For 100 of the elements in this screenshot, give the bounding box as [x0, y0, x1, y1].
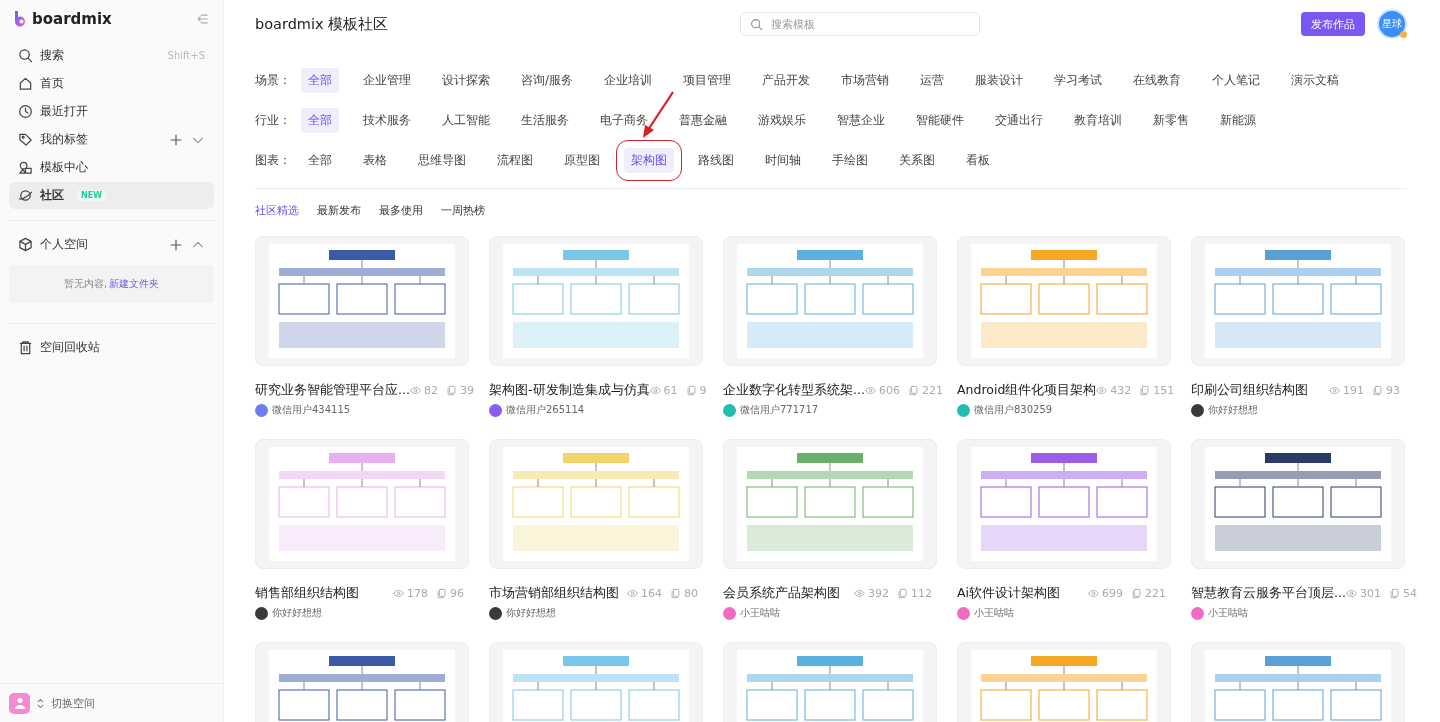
filter-option[interactable]: 服装设计 [968, 67, 1031, 93]
author-name[interactable]: 你好好想想 [506, 606, 556, 620]
search-field[interactable]: 搜索模板 [740, 12, 981, 36]
trash-icon [18, 340, 33, 355]
view-count: 191 [1343, 384, 1364, 397]
filter-option[interactable]: 普惠金融 [672, 107, 734, 133]
filter-option[interactable]: 设计探索 [435, 67, 497, 93]
template-title[interactable]: 智慧教育云服务平台顶层... [1191, 585, 1346, 602]
copy-icon [670, 588, 681, 599]
filter-option[interactable]: 流程图 [490, 147, 540, 173]
template-title[interactable]: 企业数字化转型系统架... [723, 382, 865, 399]
filter-option[interactable]: 市场营销 [834, 67, 897, 93]
copy-icon [1372, 385, 1383, 396]
sort-tab[interactable]: 最新发布 [317, 202, 361, 218]
filter-option[interactable]: 全部 [301, 67, 339, 93]
author-name[interactable]: 你好好想想 [272, 606, 322, 620]
author-name[interactable]: 微信用户830259 [974, 403, 1053, 417]
filter-option[interactable]: 个人笔记 [1205, 67, 1268, 93]
author-name[interactable]: 小王咕咕 [740, 606, 780, 620]
new-badge: NEW [77, 190, 106, 201]
plus-icon[interactable] [169, 132, 183, 147]
filter-option[interactable]: 智慧企业 [830, 107, 892, 133]
sort-tab[interactable]: 最多使用 [379, 202, 423, 218]
copy-icon [907, 385, 919, 396]
author-name[interactable]: 你好好想想 [1208, 403, 1258, 417]
filter-option[interactable]: 在线教育 [1126, 67, 1189, 93]
sidebar-item[interactable]: 空间回收站 [9, 334, 214, 361]
filter-option[interactable]: 智能硬件 [909, 107, 971, 133]
sidebar-item[interactable]: 搜索 Shift+S [9, 42, 214, 69]
filter-option[interactable]: 企业培训 [597, 67, 660, 93]
filter-option[interactable]: 手绘图 [825, 147, 875, 173]
user-avatar[interactable] [9, 692, 30, 714]
publish-button[interactable]: 发布作品 [1301, 12, 1365, 36]
template-thumbnail[interactable] [957, 439, 1171, 569]
filter-option[interactable]: 教育培训 [1067, 107, 1129, 133]
filter-option[interactable]: 交通出行 [988, 107, 1050, 133]
sidebar-item[interactable]: 我的标签 [9, 126, 214, 153]
filter-option[interactable]: 咨询/服务 [514, 67, 581, 93]
template-title[interactable]: 市场营销部组织结构图 [489, 585, 619, 602]
plus-icon[interactable] [169, 237, 183, 252]
new-folder-link[interactable]: 新建文件夹 [109, 277, 160, 291]
filter-option[interactable]: 生活服务 [514, 107, 576, 133]
filter-option[interactable]: 企业管理 [356, 67, 418, 93]
filter-option[interactable]: 看板 [959, 147, 997, 173]
collapse-sidebar-icon[interactable] [195, 12, 209, 26]
sidebar-item[interactable]: 模板中心 [9, 154, 214, 181]
filter-option[interactable]: 演示文稿 [1284, 67, 1347, 93]
template-title[interactable]: Ai软件设计架构图 [957, 585, 1061, 602]
shortcut-hint: Shift+S [167, 50, 205, 61]
template-thumbnail[interactable] [255, 439, 469, 569]
copy-count: 151 [1153, 384, 1175, 397]
template-title[interactable]: 研究业务智能管理平台应... [255, 382, 410, 399]
template-title[interactable]: Android组件化项目架构 [957, 382, 1097, 399]
template-thumbnail[interactable] [1191, 439, 1405, 569]
author-name[interactable]: 微信用户771717 [740, 403, 819, 417]
filter-option[interactable]: 运营 [913, 67, 952, 93]
filter-option[interactable]: 路线图 [691, 147, 741, 173]
filter-option[interactable]: 原型图 [557, 147, 607, 173]
author-name[interactable]: 微信用户265114 [506, 403, 585, 417]
template-thumbnail[interactable] [1191, 236, 1405, 366]
filter-option[interactable]: 新零售 [1146, 107, 1196, 133]
filter-option[interactable]: 项目管理 [676, 67, 739, 93]
template-thumbnail[interactable] [255, 236, 469, 366]
author-name[interactable]: 小王咕咕 [974, 606, 1014, 620]
workspace-header[interactable]: 个人空间 [9, 231, 214, 258]
filter-option[interactable]: 游戏娱乐 [751, 107, 813, 133]
filter-option[interactable]: 时间轴 [758, 147, 808, 173]
filter-option[interactable]: 产品开发 [755, 67, 818, 93]
template-thumbnail[interactable] [489, 236, 703, 366]
sidebar-item[interactable]: 社区 NEW [9, 182, 214, 209]
filter-option[interactable]: 关系图 [892, 147, 942, 173]
template-title[interactable]: 会员系统产品架构图 [723, 585, 840, 602]
eye-icon [393, 588, 404, 599]
filter-option[interactable]: 电子商务 [593, 107, 655, 133]
template-thumbnail[interactable] [957, 236, 1171, 366]
author-name[interactable]: 微信用户434115 [272, 403, 351, 417]
switch-space-button[interactable]: 切换空间 [51, 695, 95, 711]
template-title[interactable]: 印刷公司组织结构图 [1191, 382, 1308, 399]
copy-count: 221 [1145, 587, 1166, 600]
filter-option[interactable]: 人工智能 [435, 107, 497, 133]
filter-option[interactable]: 表格 [356, 147, 394, 173]
template-title[interactable]: 销售部组织结构图 [255, 585, 359, 602]
filter-option[interactable]: 全部 [301, 147, 339, 173]
author-name[interactable]: 小王咕咕 [1208, 606, 1248, 620]
filter-option[interactable]: 新能源 [1213, 107, 1263, 133]
sidebar-item[interactable]: 最近打开 [9, 98, 214, 125]
sidebar-item[interactable]: 首页 [9, 70, 214, 97]
eye-icon [1345, 588, 1357, 599]
filter-option[interactable]: 全部 [301, 107, 339, 133]
filter-option[interactable]: 技术服务 [356, 107, 418, 133]
sort-tab[interactable]: 一周热榜 [441, 202, 485, 218]
copy-icon [436, 588, 447, 599]
template-thumbnail[interactable] [723, 236, 937, 366]
logo-icon [14, 10, 28, 28]
template-title[interactable]: 架构图-研发制造集成与仿真 [489, 382, 650, 399]
sort-tab[interactable]: 社区精选 [255, 202, 299, 218]
template-thumbnail[interactable] [723, 439, 937, 569]
filter-option[interactable]: 思维导图 [411, 147, 473, 173]
filter-option[interactable]: 学习考试 [1047, 67, 1110, 93]
template-thumbnail[interactable] [489, 439, 703, 569]
